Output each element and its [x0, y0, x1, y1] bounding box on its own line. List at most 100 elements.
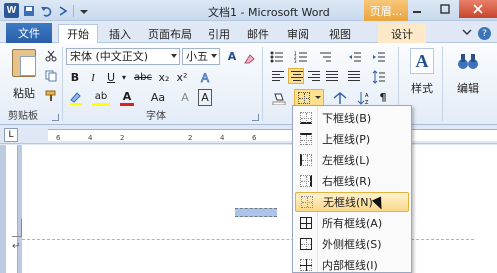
menu-item-bottom-border[interactable]: 下框线(B): [295, 108, 409, 128]
menu-item-right-border[interactable]: 右框线(R): [295, 171, 409, 191]
menu-item-outside-borders[interactable]: 外侧框线(S): [295, 234, 409, 254]
tab-page-layout[interactable]: 页面布局: [142, 24, 198, 43]
increase-indent-icon[interactable]: [370, 48, 388, 65]
menu-item-inside-borders[interactable]: 内部框线(I): [295, 255, 409, 273]
ruler-number: 2: [188, 134, 193, 142]
chevron-down-icon[interactable]: ▾: [120, 69, 128, 86]
font-size-box[interactable]: 小五: [182, 48, 220, 65]
italic-button[interactable]: I: [86, 69, 100, 86]
copy-icon[interactable]: [44, 69, 58, 83]
change-case-button[interactable]: Aa: [148, 89, 168, 106]
word-logo-icon[interactable]: W: [4, 3, 19, 18]
ribbon-tabs: 文件 开始 插入 页面布局 引用 邮件 审阅 视图 设计 ?: [0, 21, 497, 43]
bullets-icon[interactable]: [268, 48, 286, 65]
menu-item-top-border[interactable]: 上框线(P): [295, 129, 409, 149]
highlight-color-button[interactable]: ab: [92, 89, 110, 106]
text-effects-icon[interactable]: A: [198, 69, 216, 86]
help-icon[interactable]: ?: [478, 27, 491, 40]
minimize-button[interactable]: [403, 0, 431, 18]
ruler-number: 2: [120, 134, 125, 142]
underline-button[interactable]: U: [104, 69, 118, 86]
menu-item-label: 上框线(P): [322, 133, 371, 146]
left-border-icon: [300, 154, 312, 166]
all-borders-icon: [300, 217, 312, 229]
vertical-ruler: [6, 145, 18, 273]
document-area: ↵: [0, 145, 497, 273]
menu-item-label: 右框线(R): [322, 175, 372, 188]
group-separator: [62, 47, 63, 121]
tab-insert[interactable]: 插入: [104, 24, 136, 43]
svg-text:A: A: [201, 71, 209, 85]
sort-icon[interactable]: AZ: [356, 89, 372, 106]
paragraph-mark: ↵: [12, 241, 21, 252]
align-right-icon[interactable]: [306, 68, 322, 84]
close-button[interactable]: [459, 0, 497, 18]
bold-button[interactable]: B: [68, 69, 82, 86]
undo-icon[interactable]: [39, 4, 53, 18]
borders-dropdown-menu: 下框线(B) 上框线(P) 左框线(L) 右框线(R) 无框线(N) 所有框线(…: [292, 105, 412, 273]
redo-icon[interactable]: [56, 4, 70, 18]
cut-icon[interactable]: [44, 49, 58, 63]
clipboard-launcher-icon[interactable]: [52, 114, 59, 121]
subscript-button[interactable]: x₂: [156, 69, 172, 86]
decrease-indent-icon[interactable]: [346, 48, 364, 65]
menu-item-all-borders[interactable]: 所有框线(A): [295, 213, 409, 233]
maximize-button[interactable]: [431, 0, 459, 18]
font-name-box[interactable]: 宋体 (中文正文): [66, 48, 180, 65]
font-color-button[interactable]: A: [120, 89, 134, 106]
ruler-number: 6: [56, 134, 61, 142]
format-painter-icon[interactable]: [44, 89, 58, 103]
inside-borders-icon: [300, 259, 312, 271]
shading-icon[interactable]: [270, 89, 290, 106]
svg-text:3: 3: [294, 59, 297, 63]
chinese-layout-icon[interactable]: [330, 89, 350, 106]
char-shading-button[interactable]: A: [178, 89, 192, 106]
ruler-number: 4: [88, 134, 93, 142]
clipboard-group-label: 剪贴板: [8, 111, 38, 122]
tab-view[interactable]: 视图: [325, 24, 355, 43]
editing-button[interactable]: 编辑: [446, 48, 490, 96]
align-center-icon[interactable]: [288, 68, 304, 84]
text-highlight-icon[interactable]: [68, 89, 84, 106]
line-spacing-icon[interactable]: [370, 68, 388, 85]
menu-item-left-border[interactable]: 左框线(L): [295, 150, 409, 170]
tab-file[interactable]: 文件: [6, 23, 52, 43]
qat-separator: [73, 4, 74, 17]
ribbon: 粘贴 剪贴板 宋体 (中文正文) 小五 A B I U ▾ abc x₂ x² …: [0, 43, 497, 125]
menu-item-no-border[interactable]: 无框线(N): [295, 192, 409, 212]
show-marks-icon[interactable]: ¶: [376, 89, 390, 106]
menu-item-label: 外侧框线(S): [322, 238, 382, 251]
paste-button[interactable]: 粘贴: [8, 49, 40, 101]
tab-selector-icon[interactable]: L: [4, 128, 18, 142]
group-separator: [262, 47, 263, 121]
justify-icon[interactable]: [324, 68, 340, 84]
ribbon-minimize-icon[interactable]: [462, 27, 472, 37]
distributed-icon[interactable]: [346, 68, 362, 84]
text-selection[interactable]: [235, 208, 277, 217]
tab-mailings[interactable]: 邮件: [243, 24, 273, 43]
tab-design[interactable]: 设计: [378, 24, 426, 43]
svg-text:A: A: [365, 93, 369, 99]
ruler-number: 4: [220, 134, 225, 142]
svg-text:Z: Z: [365, 100, 369, 105]
top-border-icon: [300, 133, 312, 145]
font-launcher-icon[interactable]: [252, 114, 259, 121]
grow-font-button[interactable]: A: [224, 48, 240, 65]
styles-button[interactable]: A 样式: [404, 48, 440, 96]
strikethrough-button[interactable]: abc: [132, 69, 154, 86]
save-icon[interactable]: [22, 4, 36, 18]
clear-format-icon[interactable]: [242, 50, 256, 67]
tab-home[interactable]: 开始: [58, 24, 98, 43]
superscript-button[interactable]: x²: [174, 69, 190, 86]
borders-icon: [298, 92, 310, 104]
ruler-number: 6: [252, 134, 257, 142]
menu-item-label: 左框线(L): [322, 154, 370, 167]
align-left-icon[interactable]: [270, 68, 286, 84]
ruler-strip[interactable]: 6 4 2 2 4 6: [48, 129, 497, 142]
multilevel-list-icon[interactable]: [316, 48, 334, 65]
char-border-button[interactable]: A: [198, 89, 212, 106]
tab-review[interactable]: 审阅: [283, 24, 313, 43]
customize-qat-icon[interactable]: [77, 4, 91, 18]
numbering-icon[interactable]: 123: [292, 48, 310, 65]
tab-references[interactable]: 引用: [204, 24, 234, 43]
